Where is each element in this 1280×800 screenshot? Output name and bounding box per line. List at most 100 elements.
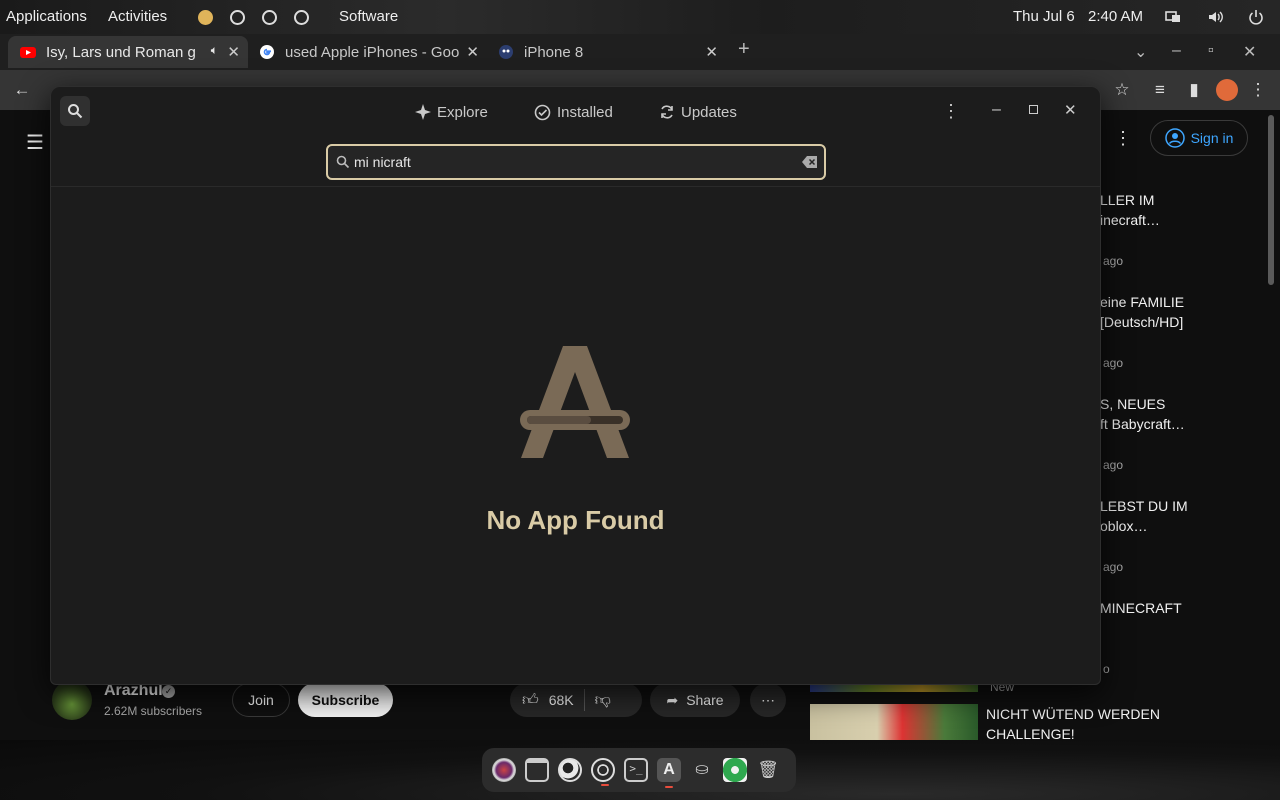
volume-icon[interactable] [1208, 9, 1224, 25]
audio-playing-icon[interactable]: 🔈︎ [211, 43, 218, 58]
recommendation-title-1[interactable]: LLER IM inecraft… [1100, 190, 1260, 230]
maximize-browser-button[interactable]: ▫ [1208, 42, 1214, 60]
files-icon[interactable] [525, 758, 549, 782]
rec-text: MINECRAFT [1100, 600, 1182, 616]
trash-icon[interactable]: 🗑︎ [756, 758, 780, 782]
tab-label: Explore [437, 103, 488, 121]
android-icon[interactable]: ⛀ [690, 758, 714, 782]
recommendation-meta-5: o [1103, 662, 1110, 676]
app-search-field[interactable] [326, 144, 826, 180]
tab-youtube[interactable]: Isy, Lars und Roman g 🔈︎ ✕ [8, 36, 248, 68]
power-icon[interactable] [1248, 9, 1264, 25]
recommendation-title-5[interactable]: MINECRAFT [1100, 598, 1260, 618]
page-scrollbar[interactable] [1268, 115, 1274, 285]
app-menu-icon[interactable]: ⋮ [942, 101, 960, 122]
media-control-icon[interactable]: ≡ [1150, 80, 1170, 100]
youtube-icon [20, 47, 36, 58]
workspace-3-indicator[interactable] [262, 10, 277, 25]
back-icon[interactable]: ← [12, 80, 32, 100]
browser-tab-strip: Isy, Lars und Roman g 🔈︎ ✕ used Apple iP… [0, 34, 1280, 70]
divider [583, 689, 585, 711]
like-icon[interactable]: 👍︎ [522, 691, 539, 710]
date-label[interactable]: Thu Jul 6 [1013, 8, 1075, 25]
minimize-window-button[interactable]: – [992, 101, 1001, 119]
dock: >_ A ⛀ 🗑︎ [482, 748, 796, 792]
channel-avatar[interactable] [52, 680, 92, 720]
join-button[interactable]: Join [232, 683, 290, 717]
recommendation-meta-1: ago [1103, 254, 1124, 268]
display-tray-icon[interactable] [1165, 9, 1181, 25]
recommendation-meta-2: ago [1103, 356, 1124, 370]
tab-title: iPhone 8 [524, 43, 584, 61]
recommendation-title-4[interactable]: LEBST DU IM oblox… [1100, 496, 1260, 536]
browser-menu-icon[interactable]: ⋮ [1248, 80, 1268, 100]
tab-explore[interactable]: Explore [415, 101, 488, 123]
terminal-icon[interactable]: >_ [624, 758, 648, 782]
google-icon [260, 45, 274, 59]
clover-icon[interactable] [723, 758, 747, 782]
check-circle-icon [534, 104, 551, 120]
search-icon [336, 155, 350, 169]
system-top-bar: Applications Activities Software Thu Jul… [0, 0, 1280, 34]
workspace-1-indicator[interactable] [198, 10, 213, 25]
close-tab-icon[interactable]: ✕ [705, 43, 718, 61]
subscribe-label: Subscribe [311, 692, 380, 708]
current-app-label[interactable]: Software [339, 8, 398, 25]
refresh-icon [661, 105, 673, 119]
close-tab-icon[interactable]: ✕ [466, 43, 479, 61]
app-center-window: Explore Installed Updates ⋮ – ✕ No App F… [50, 86, 1101, 685]
new-tab-button[interactable]: + [738, 38, 750, 61]
subscribe-button[interactable]: Subscribe [298, 683, 393, 717]
minimize-browser-button[interactable]: – [1172, 42, 1181, 60]
tab-iphone8[interactable]: iPhone 8 ✕ [486, 36, 726, 68]
app-center-icon[interactable]: A [657, 758, 681, 788]
close-tab-icon[interactable]: ✕ [227, 43, 240, 61]
app-center-header: Explore Installed Updates ⋮ – ✕ [51, 87, 1100, 187]
search-toggle-button[interactable] [60, 96, 90, 126]
recommendation-thumbnail-6[interactable] [810, 704, 978, 740]
workspace-2-indicator[interactable] [230, 10, 245, 25]
more-options-icon[interactable]: ⋮ [1114, 128, 1132, 149]
account-icon [1164, 128, 1185, 148]
more-actions-button[interactable]: ⋯ [750, 683, 786, 717]
like-count[interactable]: 68K [549, 692, 574, 708]
close-window-button[interactable]: ✕ [1064, 101, 1077, 119]
workspace-4-indicator[interactable] [294, 10, 309, 25]
lens-icon[interactable] [492, 758, 516, 782]
subscriber-count: 2.62M subscribers [104, 704, 203, 718]
app-center-logo-icon [520, 346, 630, 458]
share-icon: ➦ [666, 691, 679, 708]
maximize-window-button[interactable] [1029, 105, 1038, 114]
bookmark-star-icon[interactable]: ☆ [1112, 80, 1132, 100]
firefox-icon[interactable] [558, 758, 582, 782]
clear-search-icon[interactable] [802, 155, 818, 169]
gsmarena-icon [499, 45, 513, 59]
tab-search-icon[interactable]: ⌄ [1134, 42, 1147, 62]
tab-updates[interactable]: Updates [659, 101, 737, 123]
search-input[interactable] [354, 152, 794, 172]
dislike-icon[interactable]: 👎︎ [595, 691, 611, 710]
clock-label[interactable]: 2:40 AM [1088, 8, 1143, 25]
tab-installed[interactable]: Installed [534, 101, 613, 123]
hamburger-menu-icon[interactable]: ☰ [26, 130, 44, 155]
close-browser-button[interactable]: ✕ [1243, 42, 1256, 62]
sign-in-label: Sign in [1190, 130, 1234, 146]
recommendation-title-2[interactable]: eine FAMILIE [Deutsch/HD] [1100, 292, 1260, 332]
applications-menu[interactable]: Applications [6, 8, 87, 25]
activities-button[interactable]: Activities [108, 8, 167, 25]
recommendation-meta-3: ago [1103, 458, 1124, 472]
rec-text: S, NEUES ft Babycraft… [1100, 396, 1185, 432]
chrome-icon[interactable] [591, 758, 615, 786]
tab-label: Installed [557, 103, 613, 121]
tab-google[interactable]: used Apple iPhones - Goo ✕ [247, 36, 487, 68]
recommendation-title-3[interactable]: S, NEUES ft Babycraft… [1100, 394, 1260, 434]
sparkle-icon [415, 104, 431, 120]
rec-text: eine FAMILIE [Deutsch/HD] [1100, 294, 1185, 330]
tab-label: Updates [681, 103, 737, 121]
profile-avatar[interactable] [1216, 79, 1238, 101]
sign-in-button[interactable]: Sign in [1150, 120, 1248, 156]
share-label: Share [686, 692, 724, 708]
side-panel-icon[interactable]: ▮ [1184, 80, 1204, 100]
share-button[interactable]: ➦ Share [650, 683, 740, 717]
recommendation-title-6[interactable]: NICHT WÜTEND WERDEN CHALLENGE! [986, 704, 1176, 744]
